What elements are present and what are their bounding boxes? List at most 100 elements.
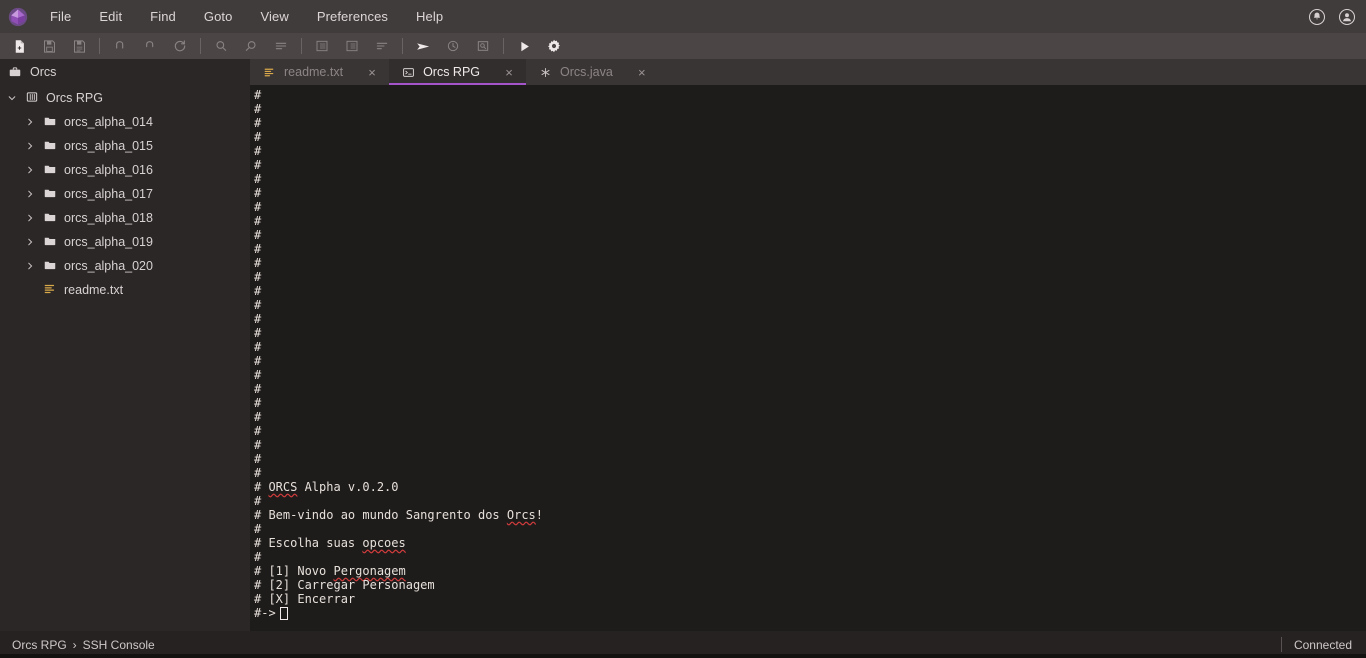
console-line: # <box>254 396 262 410</box>
menu-help-label: Help <box>416 9 444 24</box>
menu-find[interactable]: Find <box>136 5 190 28</box>
outdent-button[interactable] <box>337 33 367 59</box>
menu-preferences[interactable]: Preferences <box>303 5 402 28</box>
project-icon <box>25 90 39 107</box>
console-prompt: #-> <box>254 606 276 620</box>
account-button[interactable] <box>1336 6 1358 28</box>
tree-item-orcs-alpha-014[interactable]: orcs_alpha_014 <box>0 110 250 134</box>
history-icon <box>447 40 459 52</box>
tree-item-label: orcs_alpha_020 <box>64 259 153 273</box>
settings-button[interactable] <box>539 33 569 59</box>
save-button[interactable] <box>34 33 64 59</box>
tab-label: Orcs RPG <box>423 65 481 79</box>
menu-view-label: View <box>260 9 289 24</box>
console-line: # <box>254 382 262 396</box>
text-file-icon <box>262 65 276 79</box>
new-file-button[interactable] <box>4 33 34 59</box>
chevron-right-icon[interactable] <box>24 116 36 128</box>
tab-close-button[interactable]: × <box>365 65 379 79</box>
notifications-button[interactable] <box>1306 6 1328 28</box>
menu-edit[interactable]: Edit <box>85 5 136 28</box>
tree-item-orcs-alpha-017[interactable]: orcs_alpha_017 <box>0 182 250 206</box>
console-line: # [1] Novo Pergonagem <box>254 564 406 578</box>
refresh-icon <box>174 40 186 52</box>
wrap-lines-button[interactable] <box>266 33 296 59</box>
chevron-right-icon[interactable] <box>24 164 36 176</box>
console-line: # <box>254 88 262 102</box>
run-button[interactable] <box>509 33 539 59</box>
chevron-right-icon[interactable] <box>24 140 36 152</box>
tab-orcs-java[interactable]: Orcs.java × <box>526 59 659 85</box>
folder-icon <box>43 258 57 275</box>
console-line: # Escolha suas opcoes <box>254 536 406 550</box>
app-window: File Edit Find Goto View Preferences Hel… <box>0 0 1366 658</box>
menu-file[interactable]: File <box>36 5 85 28</box>
console-line: # Bem-vindo ao mundo Sangrento dos Orcs! <box>254 508 544 522</box>
indent-button[interactable] <box>307 33 337 59</box>
undo-icon <box>116 41 124 49</box>
redo-button[interactable] <box>135 33 165 59</box>
folder-icon <box>43 138 57 155</box>
tree-item-label: orcs_alpha_017 <box>64 187 153 201</box>
console-line: # <box>254 466 262 480</box>
text-file-icon <box>43 282 57 299</box>
tree-item-orcs-alpha-016[interactable]: orcs_alpha_016 <box>0 158 250 182</box>
tab-close-button[interactable]: × <box>502 65 516 79</box>
tree-item-orcs-alpha-015[interactable]: orcs_alpha_015 <box>0 134 250 158</box>
tree-item-label: orcs_alpha_016 <box>64 163 153 177</box>
menu-view[interactable]: View <box>246 5 302 28</box>
search-document-button[interactable] <box>468 33 498 59</box>
tab-orcs-rpg[interactable]: Orcs RPG × <box>389 59 527 85</box>
menu-goto[interactable]: Goto <box>190 5 247 28</box>
align-left-button[interactable] <box>367 33 397 59</box>
window-bottom-edge <box>0 654 1366 658</box>
menu-find-label: Find <box>150 9 176 24</box>
console-line: # <box>254 214 262 228</box>
tree-item-label: readme.txt <box>64 283 124 297</box>
new-file-icon <box>15 39 24 53</box>
send-button[interactable] <box>408 33 438 59</box>
sidebar-header[interactable]: Orcs <box>0 59 250 84</box>
chevron-down-icon[interactable] <box>6 92 18 104</box>
console-line: # <box>254 298 262 312</box>
save-all-button[interactable] <box>64 33 94 59</box>
project-sidebar: Orcs Orcs RPG orcs_alpha_014 orcs_alpha_… <box>0 59 250 631</box>
chevron-right-icon[interactable] <box>24 260 36 272</box>
console-line: # <box>254 102 262 116</box>
menu-preferences-label: Preferences <box>316 9 389 24</box>
console-line: # <box>254 256 262 270</box>
ssh-console-output[interactable]: # # # # # # # # # # # # # # # # # # # # # # # # # # # # # ORCS Alpha… <box>250 85 1366 631</box>
tree-item-orcs-alpha-020[interactable]: orcs_alpha_020 <box>0 254 250 278</box>
zoom-out-icon <box>245 41 256 51</box>
breadcrumb-item[interactable]: SSH Console <box>83 638 155 652</box>
tab-readme-txt[interactable]: readme.txt × <box>250 59 389 85</box>
console-line: # <box>254 228 262 242</box>
sidebar-header-label: Orcs <box>30 64 57 79</box>
chevron-right-icon[interactable] <box>24 236 36 248</box>
java-file-icon <box>538 65 552 79</box>
breadcrumb-project[interactable]: Orcs RPG <box>12 638 67 652</box>
tree-item-orcs-alpha-018[interactable]: orcs_alpha_018 <box>0 206 250 230</box>
console-prompt-line[interactable]: #-> <box>254 606 1366 620</box>
history-button[interactable] <box>438 33 468 59</box>
undo-button[interactable] <box>105 33 135 59</box>
tree-item-orcs-rpg[interactable]: Orcs RPG <box>0 86 250 110</box>
breadcrumb-separator: › <box>72 637 77 652</box>
console-line: # [X] Encerrar <box>254 592 356 606</box>
editor-pane: readme.txt × Orcs RPG × Orcs.java × # # … <box>250 59 1366 631</box>
tab-close-button[interactable]: × <box>635 65 649 79</box>
chevron-right-icon[interactable] <box>24 188 36 200</box>
menu-bar: File Edit Find Goto View Preferences Hel… <box>0 0 1366 33</box>
zoom-out-button[interactable] <box>236 33 266 59</box>
zoom-in-icon <box>216 41 227 51</box>
console-line: # <box>254 354 262 368</box>
menu-help[interactable]: Help <box>402 5 457 28</box>
save-file-icon <box>43 39 55 53</box>
chevron-right-icon[interactable] <box>24 212 36 224</box>
refresh-button[interactable] <box>165 33 195 59</box>
console-line: # <box>254 424 262 438</box>
tree-item-orcs-alpha-019[interactable]: orcs_alpha_019 <box>0 230 250 254</box>
tree-item-readme-txt[interactable]: readme.txt <box>0 278 250 302</box>
console-line: # <box>254 116 262 130</box>
zoom-in-button[interactable] <box>206 33 236 59</box>
